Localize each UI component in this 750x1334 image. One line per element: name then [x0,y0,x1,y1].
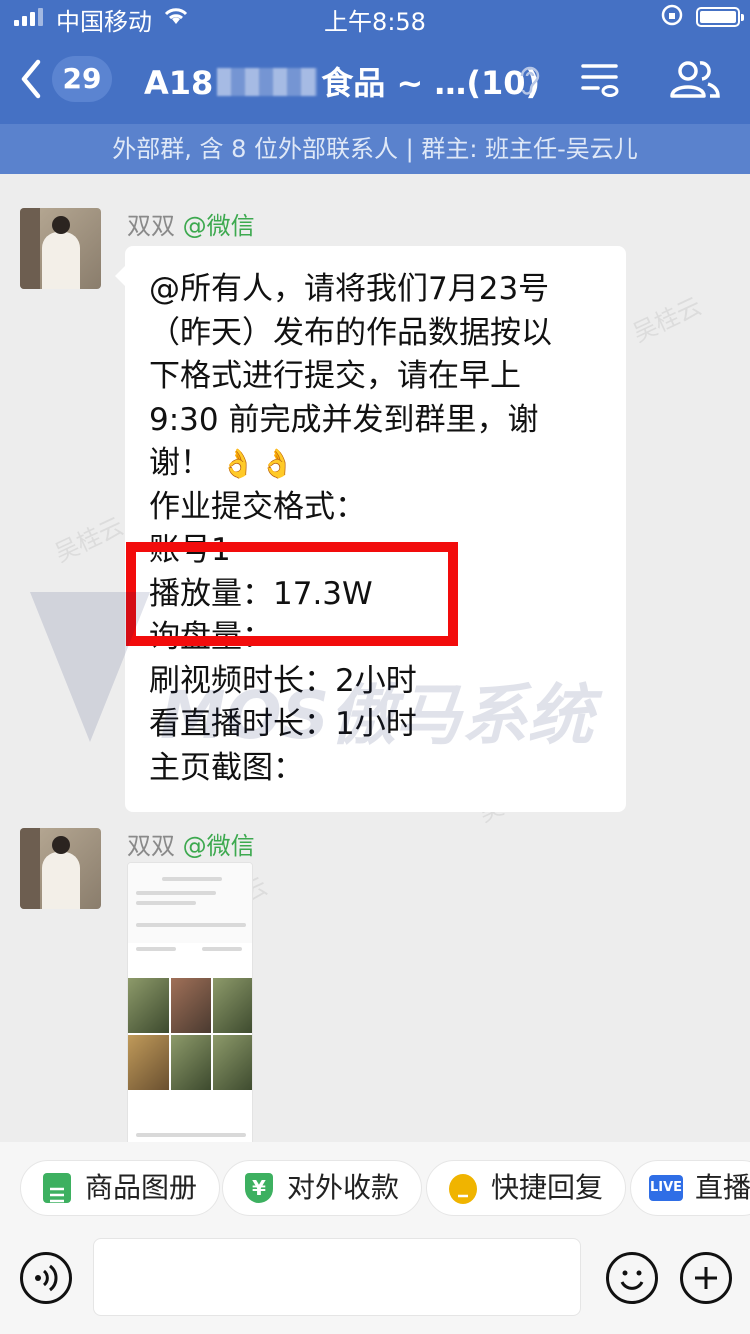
rotation-lock-icon [660,3,684,33]
quick-reply-button[interactable]: 快捷回复 [426,1160,627,1216]
emoji-icon[interactable] [606,1252,658,1304]
message-line: 主页截图： [149,749,304,786]
blurred-title-segment [217,68,318,96]
avatar[interactable] [20,828,101,909]
payment-button[interactable]: ¥ 对外收款 [222,1160,423,1216]
message-line: @所有人，请将我们7月23号 [149,271,550,307]
chat-title-suffix: 食品 ~ …(10) [321,64,541,102]
chat-header: 中国移动 上午8:58 29 A18 食品 ~ …(10) [0,0,750,124]
live-button[interactable]: LIVE 直播 [630,1160,750,1216]
group-info-bar[interactable]: 外部群, 含 8 位外部联系人 | 群主: 班主任-吴云儿 [0,124,750,174]
message-line: 看直播时长：1小时 [149,706,417,742]
chat-title-prefix: A18 [144,64,214,102]
payment-icon: ¥ [245,1173,273,1203]
message-line: 刷视频时长：2小时 [149,662,417,699]
live-icon: LIVE [649,1175,683,1201]
message-input[interactable] [93,1238,581,1316]
quick-reply-icon [449,1174,477,1204]
group-members-icon[interactable] [668,58,722,100]
back-icon[interactable] [16,54,44,104]
quick-actions-bar: 商品图册 ¥ 对外收款 快捷回复 LIVE 直播 [0,1142,750,1236]
ok-hand-emoji: 👌👌 [220,447,299,480]
battery-icon [696,7,744,27]
plus-icon[interactable] [680,1252,732,1304]
album-icon [43,1173,71,1203]
chat-list-icon[interactable] [580,60,620,100]
message-line: 下格式进行提交，请在早上 [149,358,521,394]
avatar[interactable] [20,208,101,289]
status-bar: 中国移动 上午8:58 [0,0,750,36]
message-line: （昨天）发布的作品数据按以 [149,314,552,351]
unread-count-badge[interactable]: 29 [52,56,112,102]
message-line: 谢！ 👌👌 [149,445,299,481]
message-line: 9:30 前完成并发到群里，谢 [149,401,539,438]
input-bar [0,1236,750,1334]
sender-name: 双双 @微信 [127,832,255,860]
voice-input-icon[interactable] [20,1252,72,1304]
sender-name: 双双 @微信 [127,212,255,240]
message-line: 作业提交格式： [149,488,366,525]
chat-title[interactable]: A18 食品 ~ …(10) [144,58,540,104]
message-bubble[interactable]: @所有人，请将我们7月23号 （昨天）发布的作品数据按以 下格式进行提交，请在早… [115,246,626,812]
status-time: 上午8:58 [324,8,426,36]
message-item: 双双 @微信 [0,826,750,1150]
image-message-thumbnail[interactable] [127,862,253,1150]
ear-icon [518,64,540,96]
album-button[interactable]: 商品图册 [20,1160,221,1216]
message-item: 双双 @微信 @所有人，请将我们7月23号 （昨天）发布的作品数据按以 下格式进… [0,206,750,812]
red-highlight-box [126,542,458,646]
